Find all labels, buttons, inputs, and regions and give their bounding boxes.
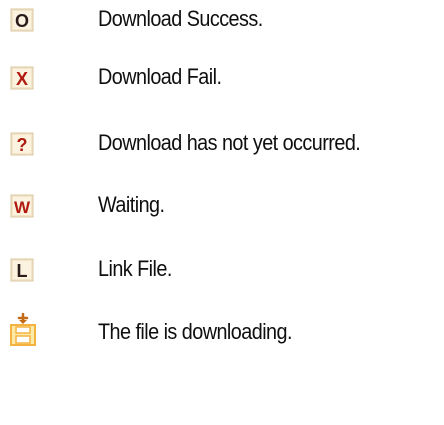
legend-item-success: O Download Success.	[0, 0, 444, 40]
legend-item-link-file: L Link File.	[0, 250, 444, 290]
legend-item-waiting: W Waiting.	[0, 186, 444, 226]
legend-label-link-file: Link File.	[98, 256, 172, 281]
download-fail-icon: X	[10, 66, 34, 90]
svg-text:?: ?	[17, 135, 28, 155]
svg-text:X: X	[16, 69, 28, 89]
download-pending-icon: ?	[10, 132, 34, 156]
legend-item-downloading: The file is downloading.	[0, 313, 444, 353]
download-success-icon: O	[10, 8, 34, 32]
legend-label-fail: Download Fail.	[98, 64, 222, 89]
legend-label-downloading: The file is downloading.	[98, 319, 293, 344]
legend-label-not-occurred: Download has not yet occurred.	[98, 130, 361, 155]
legend-label-waiting: Waiting.	[98, 192, 165, 217]
link-file-icon: L	[10, 258, 34, 282]
status-legend: O Download Success. X Download Fail. ? D…	[0, 0, 444, 425]
downloading-icon	[10, 313, 36, 347]
svg-text:L: L	[17, 261, 28, 281]
svg-text:O: O	[15, 11, 29, 31]
waiting-icon: W	[10, 194, 34, 218]
legend-item-fail: X Download Fail.	[0, 58, 444, 98]
legend-label-success: Download Success.	[98, 6, 263, 31]
svg-text:W: W	[14, 198, 31, 217]
legend-item-not-occurred: ? Download has not yet occurred.	[0, 124, 444, 164]
